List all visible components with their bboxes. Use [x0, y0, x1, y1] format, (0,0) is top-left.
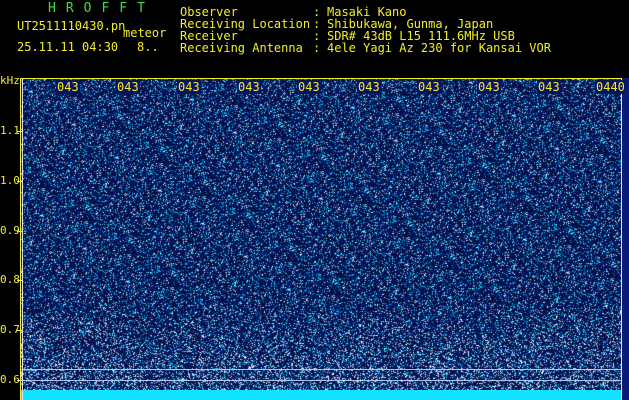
y-tick-label: 1.1 — [0, 124, 20, 137]
x-axis-line — [20, 78, 621, 79]
y-tick-label: 0.6 — [0, 373, 20, 386]
y-axis-unit: kHz — [0, 74, 20, 87]
x-time-label: 043 — [417, 80, 441, 94]
x-time-label: 043 — [537, 80, 561, 94]
x-time-label: 043 — [177, 80, 201, 94]
y-tick-label: 0.7 — [0, 323, 20, 336]
reference-line — [20, 369, 621, 370]
x-time-label: 043 — [477, 80, 501, 94]
bottom-signal-band — [20, 390, 621, 400]
spectrogram — [20, 78, 621, 400]
file-name: UT2511110430.pn — [17, 19, 126, 33]
minute-marker — [22, 78, 23, 400]
reference-line — [20, 380, 621, 381]
x-time-label: 043 — [357, 80, 381, 94]
x-time-label: 043 — [116, 80, 140, 94]
count-label: 8.. — [137, 40, 159, 54]
x-time-label: 043 — [56, 80, 80, 94]
y-axis-line — [20, 78, 21, 400]
meta-antenna-value: 4ele Yagi Az 230 for Kansai VOR — [327, 41, 551, 55]
y-tick-label: 1.0 — [0, 174, 20, 187]
x-time-label: 043 — [297, 80, 321, 94]
y-tick-label: 0.8 — [0, 273, 20, 286]
meta-antenna-sep: : — [313, 41, 321, 55]
y-tick-label: 0.9 — [0, 224, 20, 237]
mode-label: meteor — [123, 26, 167, 40]
datetime-label: 25.11.11 04:30 — [17, 40, 119, 54]
minute-marker — [621, 78, 622, 400]
app-brand: HROFFT — [48, 1, 155, 16]
x-time-label: 043 — [237, 80, 261, 94]
spectrogram-canvas — [20, 78, 621, 400]
hrofft-window: HROFFT UT2511110430.pn meteor 25.11.11 0… — [0, 0, 629, 400]
spectrogram-right-edge — [621, 78, 629, 400]
x-time-label: 0440 — [595, 80, 626, 94]
meta-antenna-label: Receiving Antenna — [180, 41, 303, 55]
